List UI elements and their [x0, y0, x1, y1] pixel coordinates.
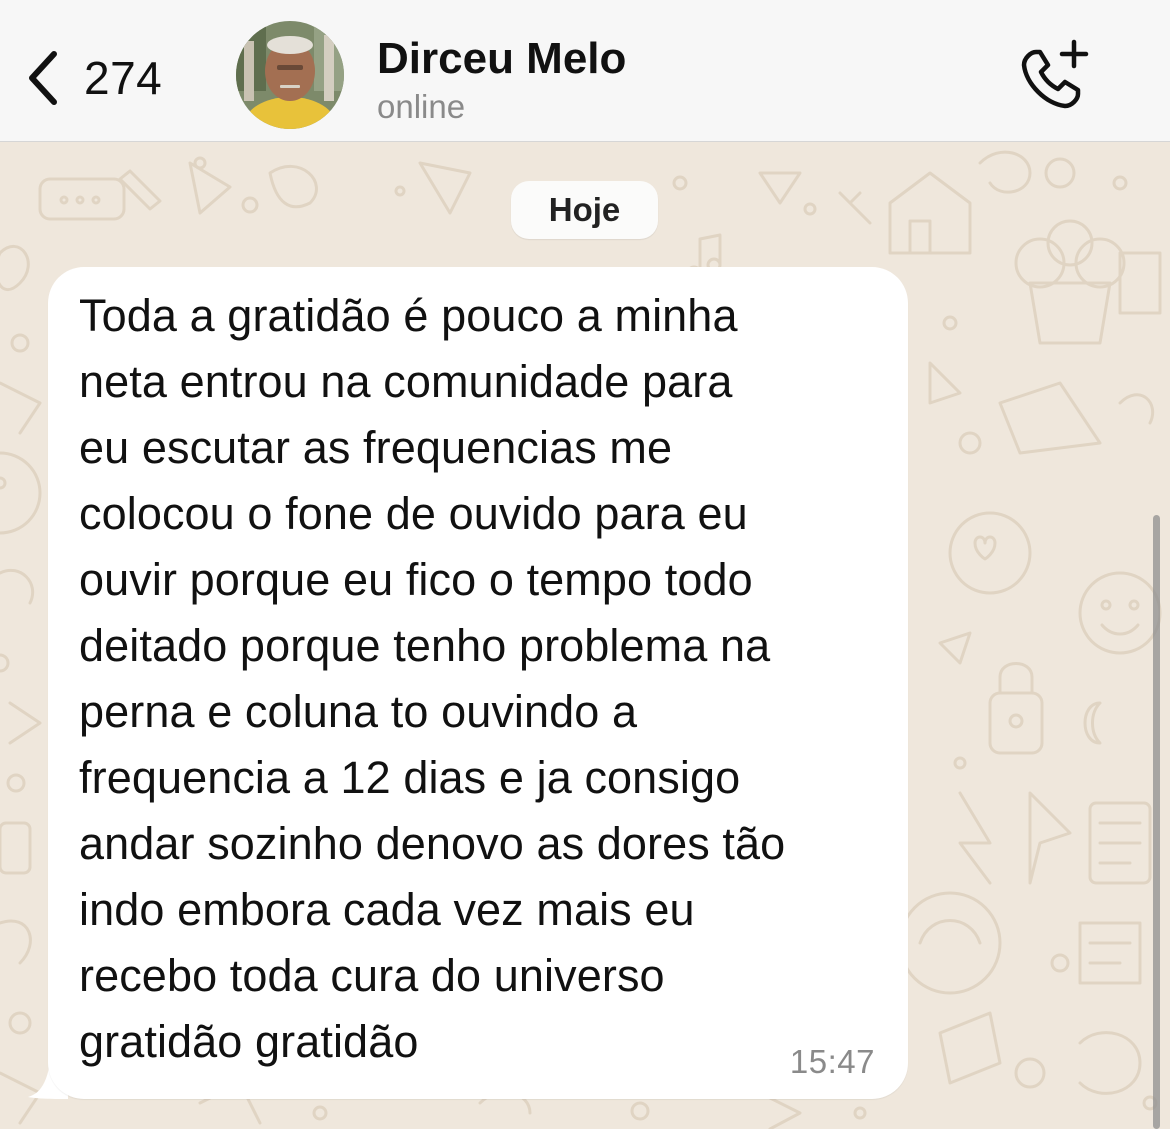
unread-count: 274: [84, 52, 163, 104]
back-button[interactable]: 274: [22, 42, 162, 114]
contact-status: online: [377, 88, 466, 125]
phone-plus-icon: [1021, 39, 1089, 109]
chat-area[interactable]: Hoje Toda a gratidão é pouco a minha net…: [0, 143, 1170, 1129]
message-bubble[interactable]: Toda a gratidão é pouco a minha neta ent…: [48, 267, 908, 1099]
avatar[interactable]: [236, 21, 344, 129]
date-separator: Hoje: [511, 181, 658, 239]
contact-name[interactable]: Dirceu Melo: [377, 34, 626, 84]
message-timestamp: 15:47: [789, 1043, 875, 1080]
call-button[interactable]: [1018, 38, 1092, 112]
scrollbar[interactable]: [1153, 515, 1160, 1129]
chevron-left-icon: [29, 51, 57, 105]
chat-header: 274 Dirceu Melo online: [0, 0, 1170, 142]
message-text: Toda a gratidão é pouco a minha neta ent…: [79, 290, 786, 1067]
